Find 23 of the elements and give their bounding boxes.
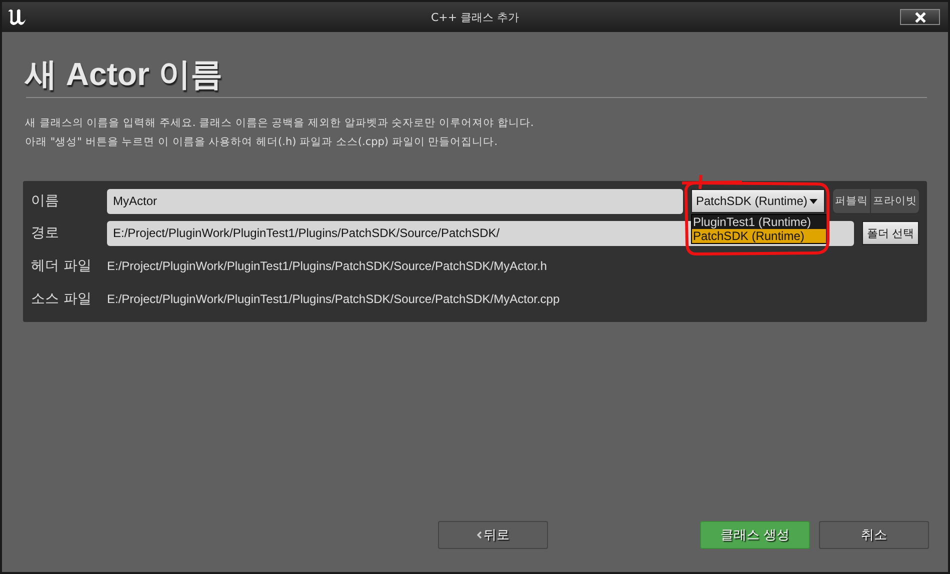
choose-folder-button[interactable]: 폴더 선택 xyxy=(862,221,919,245)
engine-logo-icon xyxy=(6,7,28,27)
description-text: 새 클래스의 이름을 입력해 주세요. 클래스 이름은 공백을 제외한 알파벳과 숫자로만 이루어져야 합니다. xyxy=(25,116,535,131)
back-button[interactable]: 뒤로 xyxy=(438,521,548,549)
module-dropdown[interactable]: PatchSDK (Runtime) xyxy=(691,189,825,213)
chevron-left-icon xyxy=(476,531,482,539)
description-text: 아래 "생성" 버튼을 누르면 이 이름을 사용하여 헤더(.h) 파일과 소스(.cpp) 파일이 만들어집니다. xyxy=(25,135,499,150)
field-label: 헤더 파일 xyxy=(31,256,92,274)
window-title: C++ 클래스 추가 xyxy=(430,10,520,24)
dropdown-option[interactable]: PatchSDK (Runtime) xyxy=(692,229,826,243)
close-button[interactable] xyxy=(900,9,940,25)
field-label: 이름 xyxy=(31,192,60,210)
field-label: 소스 파일 xyxy=(31,290,92,308)
header-path-text: E:/Project/PluginWork/PluginTest1/Plugins/PatchSDK/Source/PatchSDK/MyActor.h xyxy=(107,258,547,272)
access-toggle[interactable]: 프라이빗 xyxy=(870,189,919,213)
name-field[interactable]: MyActor xyxy=(107,188,683,214)
source-path-text: E:/Project/PluginWork/PluginTest1/Plugins/PatchSDK/Source/PatchSDK/MyActor.cpp xyxy=(107,292,560,306)
cancel-button[interactable]: 취소 xyxy=(819,521,929,549)
page-heading: 새 Actor 이름 xyxy=(25,55,224,94)
close-icon xyxy=(914,12,926,22)
access-toggle[interactable]: 퍼블릭 xyxy=(833,189,870,213)
field-label: 경로 xyxy=(31,224,60,242)
caret-icon xyxy=(809,198,818,204)
